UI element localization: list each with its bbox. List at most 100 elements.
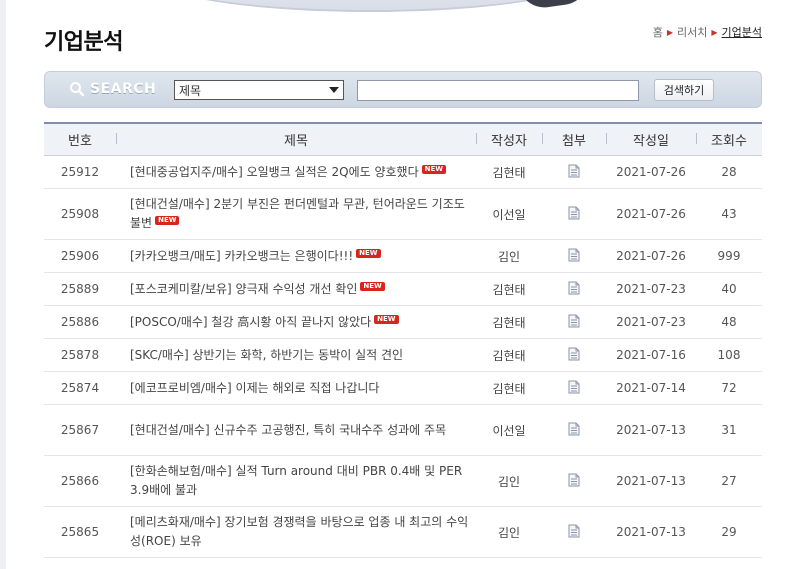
row-number: 25908 — [44, 188, 116, 240]
table-row[interactable]: 25889 [포스코케미칼/보유] 양극재 수익성 개선 확인 NEW 김현태 2021… — [44, 272, 762, 306]
row-attachment — [542, 155, 606, 189]
row-title-link[interactable]: [카카오뱅크/매도] 카카오뱅크는 은행이다!!! — [130, 249, 353, 263]
row-title-link[interactable]: [POSCO/매수] 철강 高시황 아직 끝나지 않았다 — [130, 315, 371, 329]
document-icon[interactable] — [568, 473, 580, 490]
table-row[interactable]: 25866 [한화손해보험/매수] 실적 Turn around 대비 PBR 0… — [44, 455, 762, 507]
row-attachment — [542, 371, 606, 405]
breadcrumb-arrow-icon: ▶ — [711, 27, 718, 37]
document-icon[interactable] — [568, 314, 580, 331]
breadcrumb-current[interactable]: 기업분석 — [722, 24, 762, 40]
document-icon[interactable] — [568, 248, 580, 265]
table-row[interactable]: 25865 [메리츠화재/매수] 장기보험 경쟁력을 바탕으로 업종 내 최고의 … — [44, 506, 762, 558]
row-attachment — [542, 506, 606, 558]
row-author: 김현태 — [476, 272, 542, 306]
header-views-label: 조회수 — [711, 134, 747, 149]
document-icon[interactable] — [568, 164, 580, 181]
row-attachment — [542, 338, 606, 372]
header-title-label: 제목 — [284, 134, 308, 149]
row-number: 25906 — [44, 239, 116, 273]
document-icon[interactable] — [568, 380, 580, 397]
row-title-cell: [SKC/매수] 상반기는 화학, 하반기는 동박이 실적 견인 — [116, 338, 476, 372]
row-attachment — [542, 272, 606, 306]
row-views: 28 — [696, 155, 762, 189]
table-row[interactable]: 25867 [현대건설/매수] 신규수주 고공행진, 특히 국내수주 성과에 주목… — [44, 404, 762, 456]
row-author: 김현태 — [476, 305, 542, 339]
row-number: 25874 — [44, 371, 116, 405]
row-author: 김인 — [476, 506, 542, 558]
row-title-link[interactable]: [한화손해보험/매수] 실적 Turn around 대비 PBR 0.4배 및… — [130, 464, 462, 497]
search-field-selected: 제목 — [179, 83, 202, 98]
new-badge: NEW — [360, 281, 385, 291]
row-title-cell: [카카오뱅크/매도] 카카오뱅크는 은행이다!!! NEW — [116, 239, 476, 273]
table-row[interactable]: 25874 [에코프로비엠/매수] 이제는 해외로 직접 나갑니다 김현태 2021-… — [44, 371, 762, 405]
row-title-link[interactable]: [현대중공업지주/매수] 오일뱅크 실적은 2Q에도 양호했다 — [130, 165, 419, 179]
table-row[interactable]: 25912 [현대중공업지주/매수] 오일뱅크 실적은 2Q에도 양호했다 NEW 김… — [44, 155, 762, 189]
new-badge: NEW — [374, 314, 399, 324]
document-icon[interactable] — [568, 347, 580, 364]
row-title-link[interactable]: [현대건설/매수] 2분기 부진은 펀더멘털과 무관, 턴어라운드 기조도 불변 — [130, 197, 465, 230]
row-number: 25865 — [44, 506, 116, 558]
table-row[interactable]: 25878 [SKC/매수] 상반기는 화학, 하반기는 동박이 실적 견인 김현태… — [44, 338, 762, 372]
new-badge: NEW — [155, 216, 180, 225]
header-num: 번호 — [68, 134, 92, 149]
left-edge — [0, 0, 6, 569]
row-date: 2021-07-13 — [606, 506, 696, 558]
row-author: 이선일 — [476, 404, 542, 456]
document-icon[interactable] — [568, 206, 580, 223]
row-date: 2021-07-16 — [606, 338, 696, 372]
table-row[interactable]: 25906 [카카오뱅크/매도] 카카오뱅크는 은행이다!!! NEW 김인 2021-… — [44, 239, 762, 273]
header-decoration — [150, 0, 590, 12]
row-title-cell: [메리츠화재/매수] 장기보험 경쟁력을 바탕으로 업종 내 최고의 수익성(R… — [116, 506, 476, 558]
row-title-link[interactable]: [메리츠화재/매수] 장기보험 경쟁력을 바탕으로 업종 내 최고의 수익성(R… — [130, 515, 468, 548]
row-number: 25866 — [44, 455, 116, 507]
row-title-link[interactable]: [포스코케미칼/보유] 양극재 수익성 개선 확인 — [130, 282, 357, 296]
header-date-label: 작성일 — [633, 134, 669, 149]
search-field-select[interactable]: 제목 — [174, 80, 344, 100]
search-input[interactable] — [357, 80, 639, 101]
row-title-cell: [현대건설/매수] 신규수주 고공행진, 특히 국내수주 성과에 주목 — [116, 404, 476, 456]
row-attachment — [542, 239, 606, 273]
new-badge: NEW — [421, 164, 447, 174]
row-views: 40 — [696, 272, 762, 306]
row-title-cell: [한화손해보험/매수] 실적 Turn around 대비 PBR 0.4배 및… — [116, 455, 476, 507]
row-author: 이선일 — [476, 188, 542, 240]
row-views: 108 — [696, 338, 762, 372]
row-title-link[interactable]: [SKC/매수] 상반기는 화학, 하반기는 동박이 실적 견인 — [130, 348, 403, 362]
search-icon — [69, 81, 85, 97]
row-title-link[interactable]: [현대건설/매수] 신규수주 고공행진, 특히 국내수주 성과에 주목 — [130, 423, 446, 437]
breadcrumb-home[interactable]: 홈 — [653, 24, 663, 40]
research-table: 번호 제목 작성자 첨부 작성일 조회수 25912 [현대중공업지주/매수] 오… — [44, 122, 762, 558]
search-button[interactable]: 검색하기 — [654, 79, 714, 101]
row-author: 김현태 — [476, 338, 542, 372]
row-attachment — [542, 455, 606, 507]
header-title: 제목 — [116, 123, 476, 156]
row-views: 48 — [696, 305, 762, 339]
row-date: 2021-07-26 — [606, 155, 696, 189]
row-date: 2021-07-23 — [606, 272, 696, 306]
document-icon[interactable] — [568, 422, 580, 439]
row-views: 29 — [696, 506, 762, 558]
table-row[interactable]: 25886 [POSCO/매수] 철강 高시황 아직 끝나지 않았다 NEW 김현태 2… — [44, 305, 762, 339]
row-views: 43 — [696, 188, 762, 240]
row-author: 김인 — [476, 239, 542, 273]
chevron-down-icon — [329, 87, 339, 93]
row-date: 2021-07-23 — [606, 305, 696, 339]
row-title-cell: [포스코케미칼/보유] 양극재 수익성 개선 확인 NEW — [116, 272, 476, 306]
document-icon[interactable] — [568, 524, 580, 541]
page-title: 기업분석 — [44, 30, 123, 55]
row-author: 김현태 — [476, 155, 542, 189]
row-title-cell: [에코프로비엠/매수] 이제는 해외로 직접 나갑니다 — [116, 371, 476, 405]
row-views: 27 — [696, 455, 762, 507]
row-number: 25886 — [44, 305, 116, 339]
row-title-cell: [POSCO/매수] 철강 高시황 아직 끝나지 않았다 NEW — [116, 305, 476, 339]
document-icon[interactable] — [568, 281, 580, 298]
row-title-cell: [현대중공업지주/매수] 오일뱅크 실적은 2Q에도 양호했다 NEW — [116, 155, 476, 189]
table-row[interactable]: 25908 [현대건설/매수] 2분기 부진은 펀더멘털과 무관, 턴어라운드 기… — [44, 188, 762, 240]
header-author-label: 작성자 — [491, 134, 527, 149]
table-header-row: 번호 제목 작성자 첨부 작성일 조회수 — [44, 123, 762, 156]
row-title-link[interactable]: [에코프로비엠/매수] 이제는 해외로 직접 나갑니다 — [130, 381, 379, 395]
search-label-text: SEARCH — [90, 81, 157, 97]
search-bar: SEARCH 제목 검색하기 — [44, 71, 762, 108]
row-date: 2021-07-14 — [606, 371, 696, 405]
breadcrumb-research[interactable]: 리서치 — [677, 24, 707, 40]
